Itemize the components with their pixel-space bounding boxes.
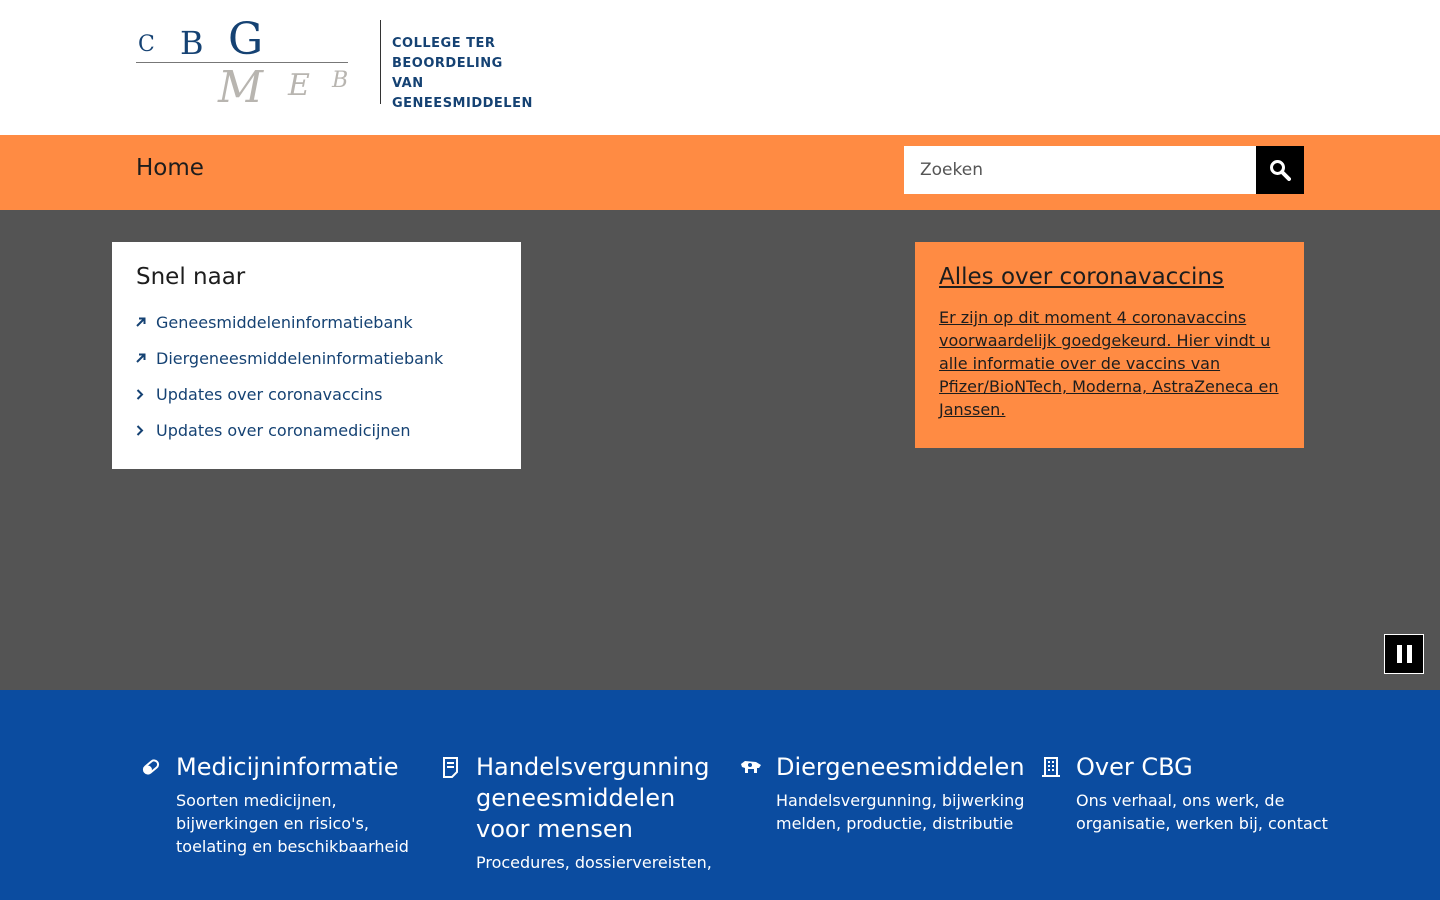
chevron-right-icon <box>136 424 156 436</box>
quick-link-coronavaccins[interactable]: Updates over coronavaccins <box>136 376 497 412</box>
chevron-right-icon <box>136 388 156 400</box>
hero-carousel: Snel naar Geneesmiddeleninformatiebank D… <box>0 210 1440 690</box>
logo-wordmark: COLLEGE TER BEOORDELING VAN GENEESMIDDEL… <box>392 36 533 111</box>
animals-icon <box>741 761 761 773</box>
quick-links-panel: Snel naar Geneesmiddeleninformatiebank D… <box>112 242 521 469</box>
quick-link-coronamedicijnen[interactable]: Updates over coronamedicijnen <box>136 412 497 448</box>
search-input[interactable] <box>904 146 1256 194</box>
quick-link-geneesmiddeleninformatiebank[interactable]: Geneesmiddeleninformatiebank <box>136 304 497 340</box>
document-icon <box>443 757 458 778</box>
quick-links-title: Snel naar <box>136 264 246 290</box>
cbg-meb-monogram: C B G M E B <box>136 14 349 113</box>
main-navbar: Home <box>0 135 1440 210</box>
external-arrow-icon <box>136 353 156 363</box>
external-arrow-icon <box>136 317 156 327</box>
quick-link-diergeneesmiddeleninformatiebank[interactable]: Diergeneesmiddeleninformatiebank <box>136 340 497 376</box>
nav-home-link[interactable]: Home <box>136 155 204 181</box>
tile-handelsvergunning[interactable]: Handelsvergunning geneesmiddelen voor me… <box>443 752 736 874</box>
promo-title[interactable]: Alles over coronavaccins <box>939 264 1280 290</box>
pause-icon <box>1396 645 1402 663</box>
site-header: C B G M E B COLLEGE TER BEOORDELING VAN … <box>0 0 1440 135</box>
carousel-pause-button[interactable] <box>1384 634 1424 674</box>
search-button[interactable] <box>1256 146 1304 194</box>
corona-vaccine-promo[interactable]: Alles over coronavaccins Er zijn op dit … <box>915 242 1304 448</box>
building-icon <box>1042 757 1060 777</box>
cbg-logo[interactable]: C B G M E B COLLEGE TER BEOORDELING VAN … <box>136 14 536 113</box>
promo-text[interactable]: Er zijn op dit moment 4 coronavaccins vo… <box>939 306 1280 421</box>
pill-icon <box>142 759 160 775</box>
topic-tiles-section: Medicijninformatie Soorten medicijnen, b… <box>0 690 1440 900</box>
tile-diergeneesmiddelen[interactable]: Diergeneesmiddelen Handelsvergunning, bi… <box>741 752 1036 835</box>
tile-over-cbg[interactable]: Over CBG Ons verhaal, ons werk, de organ… <box>1042 752 1336 835</box>
search-icon <box>1270 160 1291 181</box>
tile-medicijninformatie[interactable]: Medicijninformatie Soorten medicijnen, b… <box>142 752 436 858</box>
